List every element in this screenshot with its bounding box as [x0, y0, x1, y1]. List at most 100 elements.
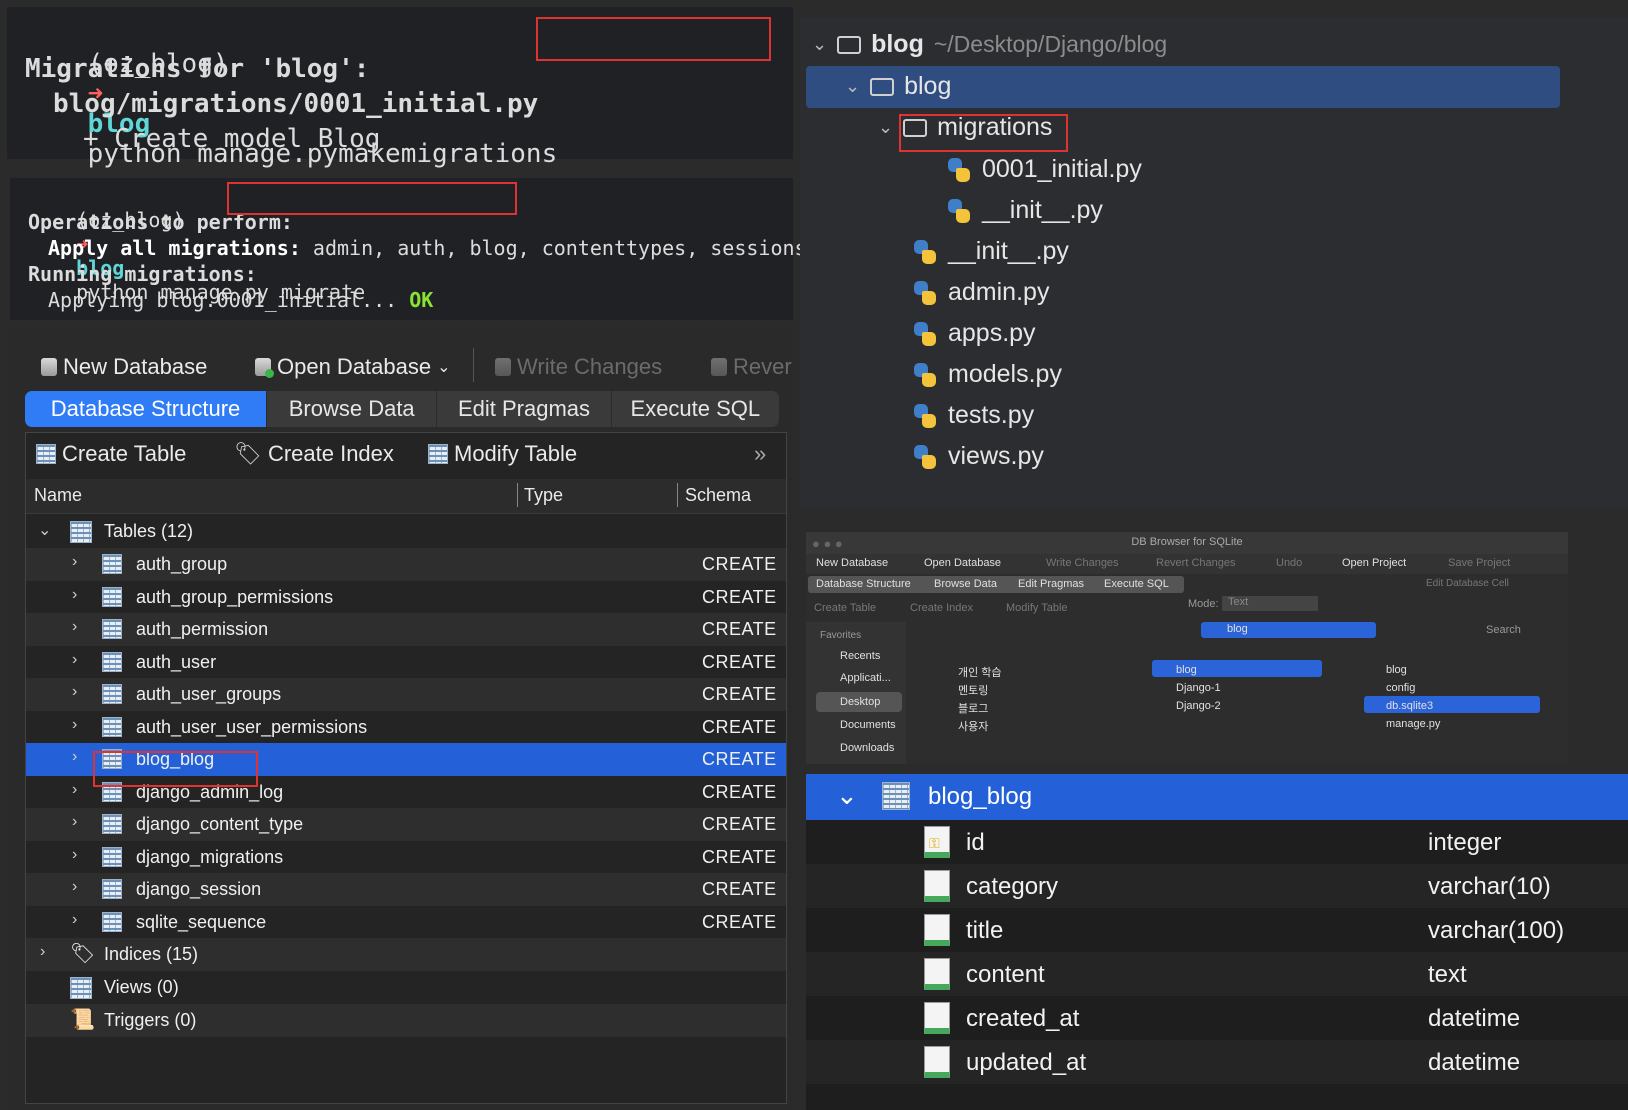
chevron-right-icon[interactable]: › [40, 943, 45, 961]
chevron-right-icon[interactable]: › [72, 781, 77, 799]
undo-button[interactable]: Undo [1276, 557, 1302, 569]
tab-database-structure[interactable]: Database Structure [25, 391, 268, 427]
field-row[interactable]: ⚿ id integer [806, 820, 1628, 864]
table-row[interactable]: › django_content_type CREATE [26, 808, 786, 841]
chevron-right-icon[interactable]: › [72, 878, 77, 896]
finder-item[interactable]: manage.py [1386, 718, 1440, 730]
field-row[interactable]: content text [806, 952, 1628, 996]
chevron-right-icon[interactable]: › [72, 748, 77, 766]
tree-root[interactable]: ⌄ blog ~/Desktop/Django/blog [812, 30, 1167, 59]
table-row-blog-blog[interactable]: ⌄ blog_blog [806, 774, 1628, 820]
chevron-down-icon[interactable]: ⌄ [836, 780, 858, 811]
tab-browse-data[interactable]: Browse Data [934, 578, 997, 590]
table-row[interactable]: › auth_user CREATE [26, 646, 786, 679]
tree-row-tables[interactable]: ⌄ Tables (12) [26, 515, 786, 548]
more-button[interactable]: » [754, 441, 766, 467]
chevron-down-icon[interactable]: ⌄ [812, 34, 827, 55]
tree-item-blog-app[interactable]: ⌄ blog [845, 72, 951, 101]
tab-browse-data[interactable]: Browse Data [267, 391, 438, 427]
column-header-type[interactable]: Type [524, 485, 563, 506]
column-header-name[interactable]: Name [34, 485, 82, 506]
chevron-right-icon[interactable]: › [72, 586, 77, 604]
finder-item[interactable]: 멘토링 [958, 682, 988, 698]
tree-file[interactable]: admin.py [912, 278, 1049, 307]
tab-execute-sql[interactable]: Execute SQL [612, 391, 779, 427]
field-row[interactable]: category varchar(10) [806, 864, 1628, 908]
open-project-button[interactable]: Open Project [1342, 557, 1406, 569]
finder-item[interactable]: blog [1386, 664, 1407, 676]
tree-file[interactable]: models.py [912, 360, 1062, 389]
table-row[interactable]: › auth_permission CREATE [26, 613, 786, 646]
finder-item[interactable]: Django-1 [1176, 682, 1221, 694]
chevron-down-icon[interactable]: ⌄ [845, 76, 860, 97]
table-row[interactable]: › django_session CREATE [26, 873, 786, 906]
tree-file[interactable]: apps.py [912, 319, 1036, 348]
tab-edit-pragmas[interactable]: Edit Pragmas [1018, 578, 1084, 590]
modify-table-button[interactable]: Modify Table [428, 441, 577, 467]
finder-item[interactable]: Django-2 [1176, 700, 1221, 712]
create-table-button[interactable]: Create Table [36, 441, 186, 467]
finder-item[interactable]: 개인 학습 [958, 664, 1002, 680]
modify-table-button[interactable]: Modify Table [1006, 602, 1068, 614]
field-row[interactable]: created_at datetime [806, 996, 1628, 1040]
tree-file[interactable]: views.py [912, 442, 1044, 471]
tree-row-indices[interactable]: › 🏷 Indices (15) [26, 938, 786, 971]
chevron-right-icon[interactable]: › [72, 651, 77, 669]
location-popup[interactable]: blog [1201, 622, 1376, 638]
tree-row-views[interactable]: Views (0) [26, 971, 786, 1004]
chevron-right-icon[interactable]: › [72, 846, 77, 864]
table-row[interactable]: › django_migrations CREATE [26, 841, 786, 874]
write-changes-button[interactable]: Write Changes [495, 354, 662, 380]
chevron-right-icon[interactable]: › [72, 911, 77, 929]
tree-file[interactable]: __init__.py [912, 237, 1069, 266]
file-name: 0001_initial.py [982, 155, 1142, 183]
chevron-right-icon[interactable]: › [72, 553, 77, 571]
new-database-button[interactable]: New Database [816, 557, 888, 569]
new-database-button[interactable]: New Database [41, 354, 207, 380]
open-database-button[interactable]: Open Database [924, 557, 1001, 569]
chevron-down-icon[interactable]: ⌄ [878, 117, 893, 138]
edit-cell-title: Edit Database Cell [1426, 578, 1509, 589]
tree-file[interactable]: 0001_initial.py [946, 155, 1142, 184]
tab-database-structure[interactable]: Database Structure [816, 578, 911, 590]
finder-item[interactable]: blog [1176, 664, 1197, 676]
output-text: admin, auth, blog, contenttypes, session… [300, 236, 807, 260]
tree-file[interactable]: tests.py [912, 401, 1034, 430]
tab-execute-sql[interactable]: Execute SQL [1104, 578, 1169, 590]
write-changes-button[interactable]: Write Changes [1046, 557, 1119, 569]
field-row[interactable]: updated_at datetime [806, 1040, 1628, 1084]
revert-changes-button[interactable]: Revert Changes [1156, 557, 1236, 569]
create-table-button[interactable]: Create Table [814, 602, 876, 614]
tree-file[interactable]: __init__.py [946, 196, 1103, 225]
create-index-button[interactable]: 🏷 Create Index [234, 441, 394, 467]
sidebar-item-applications[interactable]: Applicati... [840, 672, 891, 684]
column-header-schema[interactable]: Schema [685, 485, 751, 506]
chevron-right-icon[interactable]: › [72, 618, 77, 636]
table-row[interactable]: › sqlite_sequence CREATE [26, 906, 786, 939]
save-project-button[interactable]: Save Project [1448, 557, 1510, 569]
finder-item[interactable]: config [1386, 682, 1415, 694]
revert-changes-button[interactable]: Rever [711, 354, 792, 380]
mode-select[interactable]: Text [1222, 596, 1318, 611]
sidebar-item-recents[interactable]: Recents [840, 650, 880, 662]
table-row[interactable]: › auth_group CREATE [26, 548, 786, 581]
finder-item[interactable]: 블로그 [958, 700, 988, 716]
chevron-right-icon[interactable]: › [72, 716, 77, 734]
open-database-button[interactable]: Open Database ⌄ [255, 354, 451, 380]
search-field[interactable]: Search [1486, 624, 1521, 636]
sidebar-item-desktop[interactable]: Desktop [840, 696, 880, 708]
finder-item[interactable]: 사용자 [958, 718, 988, 734]
create-index-button[interactable]: Create Index [910, 602, 973, 614]
finder-item-db-sqlite3[interactable]: db.sqlite3 [1386, 700, 1433, 712]
tab-edit-pragmas[interactable]: Edit Pragmas [437, 391, 612, 427]
field-row[interactable]: title varchar(100) [806, 908, 1628, 952]
tree-row-triggers[interactable]: 📜 Triggers (0) [26, 1004, 786, 1037]
table-row[interactable]: › auth_user_user_permissions CREATE [26, 711, 786, 744]
chevron-right-icon[interactable]: › [72, 813, 77, 831]
sidebar-item-documents[interactable]: Documents [840, 719, 896, 731]
chevron-right-icon[interactable]: › [72, 683, 77, 701]
sidebar-item-downloads[interactable]: Downloads [840, 742, 894, 754]
table-row[interactable]: › auth_user_groups CREATE [26, 678, 786, 711]
chevron-down-icon[interactable]: ⌄ [38, 520, 51, 540]
table-row[interactable]: › auth_group_permissions CREATE [26, 581, 786, 614]
